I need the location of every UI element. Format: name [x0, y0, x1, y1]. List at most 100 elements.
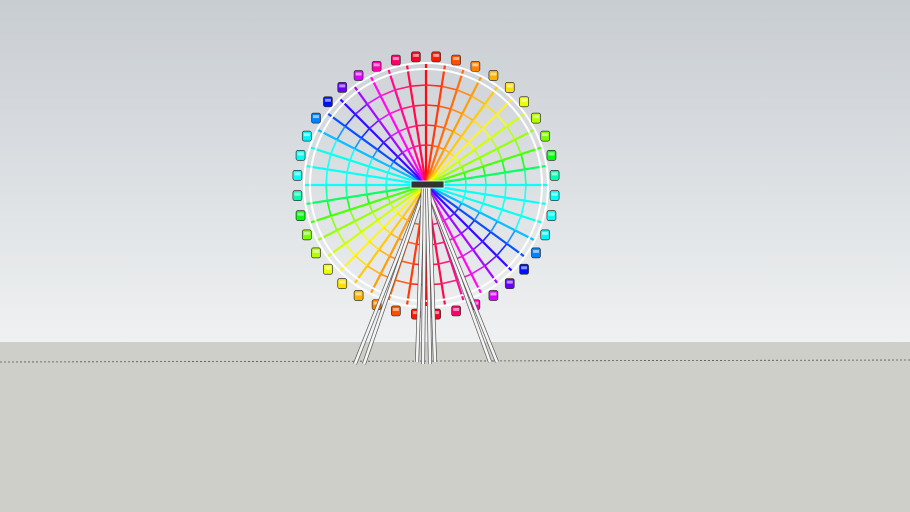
- gondola: [531, 247, 541, 259]
- spoke-ring-segment: [376, 142, 385, 151]
- spoke-ring-segment: [402, 216, 409, 222]
- spoke-ring-segment: [484, 103, 498, 115]
- spoke-ring-segment: [416, 124, 427, 127]
- spoke-ring-segment: [452, 130, 462, 138]
- spoke-ring-segment: [354, 137, 362, 150]
- spoke-ring-segment: [407, 124, 417, 129]
- spoke-ring-segment: [346, 160, 351, 173]
- spoke-ring-segment: [393, 207, 399, 214]
- spoke-ring-segment: [520, 153, 526, 170]
- spoke-ring-segment: [481, 231, 492, 243]
- spoke-ring-segment: [402, 148, 409, 154]
- spoke-ring-segment: [398, 127, 408, 133]
- spoke-ring-segment: [490, 220, 498, 233]
- spoke-ring-segment: [444, 127, 454, 133]
- spoke-ring-segment: [354, 255, 368, 267]
- spoke-ring-segment: [354, 220, 362, 233]
- gondola: [292, 190, 303, 201]
- spoke-ring-segment: [425, 104, 439, 107]
- gondola: [353, 70, 364, 81]
- spoke-ring-segment: [484, 255, 498, 267]
- gondola-window: [472, 63, 479, 67]
- spoke-ring-segment: [457, 161, 463, 168]
- spoke-ring-segment: [380, 89, 396, 97]
- spoke-ring-segment: [378, 249, 391, 257]
- spoke-ring-segment: [325, 184, 329, 201]
- gondola: [540, 130, 551, 142]
- spoke-ring-segment: [453, 156, 459, 163]
- spoke-ring-segment: [360, 231, 371, 243]
- gondola-window: [355, 292, 362, 296]
- spoke-ring-segment: [349, 209, 356, 222]
- spoke-ring-segment: [354, 103, 368, 115]
- gondola-window: [542, 133, 549, 137]
- spoke-ring-segment: [484, 175, 487, 186]
- gondola-cabin: [391, 54, 401, 66]
- spoke-ring-segment: [425, 84, 442, 88]
- gondola: [549, 190, 560, 201]
- gondola-window: [297, 152, 304, 156]
- spoke-ring-segment: [371, 211, 379, 221]
- spoke-ring-segment: [473, 211, 481, 221]
- spoke-ring-segment: [472, 240, 484, 251]
- spoke-ring-segment: [470, 265, 486, 275]
- gondola: [451, 305, 461, 317]
- spoke-ring-segment: [478, 203, 484, 213]
- spoke-ring-segment: [394, 85, 411, 91]
- spoke-ring-segment: [345, 172, 348, 186]
- spoke-ring-segment: [366, 95, 382, 105]
- spoke-ring-segment: [383, 226, 392, 235]
- viewport-3d[interactable]: [0, 0, 910, 512]
- gondola-window: [548, 152, 555, 156]
- gondola-window: [392, 307, 399, 311]
- spoke-ring-segment: [441, 279, 458, 285]
- spoke-ring-segment: [501, 197, 506, 210]
- gondola-window: [532, 115, 539, 119]
- spoke-ring-segment: [443, 216, 450, 222]
- spoke-ring-segment: [456, 89, 472, 97]
- gondola: [519, 96, 529, 108]
- spoke-ring-segment: [506, 229, 516, 245]
- gondola-window: [453, 57, 460, 61]
- gondola-window: [551, 192, 558, 196]
- spoke-ring-segment: [501, 160, 506, 173]
- spoke-ring-segment: [336, 229, 346, 245]
- gondola: [411, 51, 421, 63]
- spoke-ring-segment: [394, 279, 411, 285]
- gondola: [337, 82, 348, 93]
- spoke-ring-segment: [425, 124, 436, 127]
- spoke-ring-segment: [473, 149, 481, 159]
- gondola-window: [339, 280, 346, 284]
- gondola: [546, 210, 557, 221]
- spoke-ring-segment: [365, 194, 370, 204]
- gondola-window: [490, 72, 497, 76]
- gondola: [470, 60, 481, 72]
- gondola-window: [324, 266, 331, 270]
- spoke-ring-segment: [514, 215, 522, 231]
- spoke-ring-segment: [368, 157, 374, 167]
- spoke-ring-segment: [504, 184, 507, 198]
- spoke-ring-segment: [360, 127, 371, 139]
- gondola-window: [548, 212, 555, 216]
- spoke-ring-segment: [368, 203, 374, 213]
- spoke-ring-segment: [390, 130, 400, 138]
- spoke-ring-segment: [461, 249, 474, 257]
- spoke: [353, 184, 427, 285]
- gondola-window: [355, 72, 362, 76]
- spoke-ring-segment: [330, 139, 338, 155]
- horizon-line: [0, 359, 910, 363]
- spoke-ring-segment: [368, 119, 380, 130]
- spoke-ring-segment: [496, 243, 508, 257]
- spoke-ring-segment: [441, 85, 458, 91]
- gondola: [295, 150, 306, 161]
- gondola: [549, 170, 560, 181]
- spoke-ring-segment: [514, 139, 522, 155]
- gondola-window: [542, 231, 549, 235]
- spoke-ring-segment: [448, 212, 455, 218]
- spoke-ring-segment: [506, 125, 516, 141]
- spoke-ring-segment: [484, 184, 487, 195]
- gondola-window: [532, 249, 539, 253]
- gondola-cabin: [451, 54, 461, 66]
- spoke-ring-segment: [467, 219, 476, 228]
- spoke-ring-segment: [387, 197, 392, 204]
